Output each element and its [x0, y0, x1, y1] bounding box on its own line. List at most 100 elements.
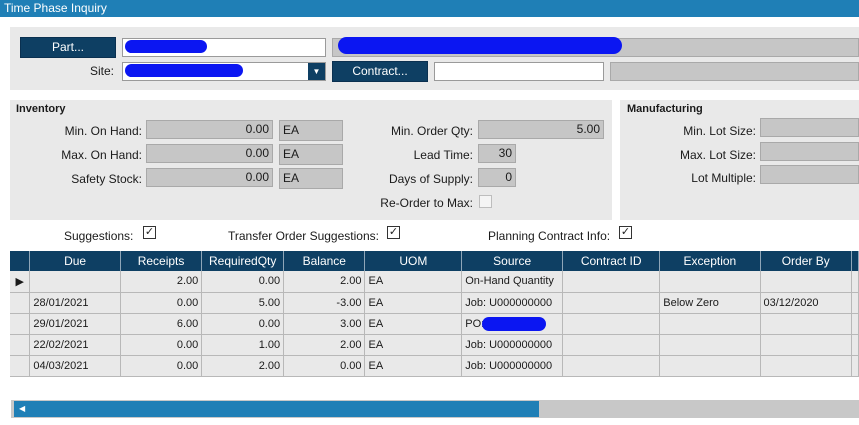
row-selector-header: [10, 251, 31, 271]
cell-order-by: [760, 271, 852, 293]
row-selector[interactable]: [10, 313, 31, 335]
cell-source: Job: U000000000: [461, 355, 564, 377]
column-header-balance[interactable]: Balance: [283, 251, 366, 271]
cell-contract-id: [562, 313, 661, 335]
cell-contract-id: [562, 334, 661, 356]
planning-contract-info-label: Planning Contract Info:: [488, 229, 611, 243]
contract-button[interactable]: Contract...: [332, 61, 428, 82]
column-header-required-qty[interactable]: RequiredQty: [201, 251, 285, 271]
cell-uom: EA: [364, 292, 463, 314]
window-title: Time Phase Inquiry: [4, 1, 107, 15]
cell-source: Job: U000000000: [461, 292, 564, 314]
column-header-due[interactable]: Due: [29, 251, 121, 271]
min-on-hand-uom: EA: [279, 120, 343, 141]
suggestions-label: Suggestions:: [64, 229, 134, 243]
cell-order-by: [760, 313, 852, 335]
column-header-overflow: [851, 251, 859, 271]
cell-exception: [659, 271, 761, 293]
cell-balance: 3.00: [283, 313, 366, 335]
cell-overflow: [851, 334, 859, 356]
cell-balance: -3.00: [283, 292, 366, 314]
row-pointer-icon[interactable]: ▶: [10, 271, 31, 293]
cell-source: Job: U000000000: [461, 334, 564, 356]
column-header-source[interactable]: Source: [461, 251, 564, 271]
min-lot-size-field: [760, 118, 859, 137]
cell-due: 04/03/2021: [29, 355, 121, 377]
lead-time-field: 30: [478, 144, 516, 163]
safety-stock-label: Safety Stock:: [71, 172, 142, 186]
part-number-redaction: [125, 40, 207, 53]
table-row[interactable]: 22/02/2021 0.00 1.00 2.00 EA Job: U00000…: [10, 334, 859, 356]
cell-order-by: 03/12/2020: [760, 292, 852, 314]
contract-input[interactable]: [434, 62, 604, 81]
max-on-hand-field: 0.00: [146, 144, 273, 163]
cell-order-by: [760, 334, 852, 356]
cell-uom: EA: [364, 334, 463, 356]
cell-overflow: [851, 271, 859, 293]
scrollbar-thumb[interactable]: [14, 401, 539, 417]
cell-overflow: [851, 313, 859, 335]
table-row[interactable]: ▶ 2.00 0.00 2.00 EA On-Hand Quantity: [10, 271, 859, 293]
planning-contract-info-checkbox[interactable]: ✓: [619, 226, 632, 239]
suggestions-checkbox[interactable]: ✓: [143, 226, 156, 239]
cell-uom: EA: [364, 271, 463, 293]
cell-exception: [659, 355, 761, 377]
lot-multiple-field: [760, 165, 859, 184]
cell-required-qty: 0.00: [201, 271, 285, 293]
site-dropdown-icon[interactable]: ▼: [308, 63, 325, 80]
table-row[interactable]: 28/01/2021 0.00 5.00 -3.00 EA Job: U0000…: [10, 292, 859, 314]
cell-receipts: 0.00: [120, 355, 203, 377]
grid-header-row: Due Receipts RequiredQty Balance UOM Sou…: [10, 251, 859, 271]
cell-source: PO:: [461, 313, 564, 335]
column-header-uom[interactable]: UOM: [364, 251, 463, 271]
column-header-receipts[interactable]: Receipts: [120, 251, 203, 271]
row-selector[interactable]: [10, 334, 31, 356]
lot-multiple-label: Lot Multiple:: [691, 171, 756, 185]
safety-stock-uom: EA: [279, 168, 343, 189]
min-on-hand-field: 0.00: [146, 120, 273, 139]
max-lot-size-label: Max. Lot Size:: [679, 148, 756, 162]
cell-required-qty: 0.00: [201, 313, 285, 335]
cell-contract-id: [562, 292, 661, 314]
cell-required-qty: 1.00: [201, 334, 285, 356]
cell-exception: Below Zero: [659, 292, 761, 314]
cell-uom: EA: [364, 355, 463, 377]
reorder-to-max-checkbox[interactable]: [479, 195, 492, 208]
row-selector[interactable]: [10, 292, 31, 314]
transfer-order-suggestions-checkbox[interactable]: ✓: [387, 226, 400, 239]
part-button[interactable]: Part...: [20, 37, 116, 58]
cell-uom: EA: [364, 313, 463, 335]
min-order-qty-label: Min. Order Qty:: [390, 124, 473, 138]
table-row[interactable]: 29/01/2021 6.00 0.00 3.00 EA PO:: [10, 313, 859, 335]
column-header-order-by[interactable]: Order By: [760, 251, 852, 271]
max-on-hand-uom: EA: [279, 144, 343, 165]
table-row[interactable]: 04/03/2021 0.00 2.00 0.00 EA Job: U00000…: [10, 355, 859, 377]
cell-receipts: 2.00: [120, 271, 203, 293]
max-on-hand-label: Max. On Hand:: [61, 148, 142, 162]
row-selector[interactable]: [10, 355, 31, 377]
cell-source: On-Hand Quantity: [461, 271, 564, 293]
po-number-redaction: [482, 316, 547, 331]
min-lot-size-label: Min. Lot Size:: [683, 124, 756, 138]
days-of-supply-field: 0: [478, 168, 516, 187]
contract-description-field: [610, 62, 859, 81]
cell-exception: [659, 313, 761, 335]
min-on-hand-label: Min. On Hand:: [64, 124, 142, 138]
column-header-contract-id[interactable]: Contract ID: [562, 251, 661, 271]
column-header-exception[interactable]: Exception: [659, 251, 761, 271]
scroll-left-arrow-icon[interactable]: ◀: [19, 402, 25, 416]
cell-due: 22/02/2021: [29, 334, 121, 356]
lead-time-label: Lead Time:: [413, 148, 473, 162]
safety-stock-field: 0.00: [146, 168, 273, 187]
cell-contract-id: [562, 271, 661, 293]
cell-balance: 0.00: [283, 355, 366, 377]
time-phase-grid: Due Receipts RequiredQty Balance UOM Sou…: [10, 251, 859, 377]
horizontal-scrollbar[interactable]: ◀: [11, 400, 859, 418]
inventory-title: Inventory: [16, 103, 66, 115]
max-lot-size-field: [760, 142, 859, 161]
cell-overflow: [851, 355, 859, 377]
reorder-to-max-label: Re-Order to Max:: [380, 196, 473, 210]
cell-exception: [659, 334, 761, 356]
cell-receipts: 6.00: [120, 313, 203, 335]
cell-due: [29, 271, 121, 293]
